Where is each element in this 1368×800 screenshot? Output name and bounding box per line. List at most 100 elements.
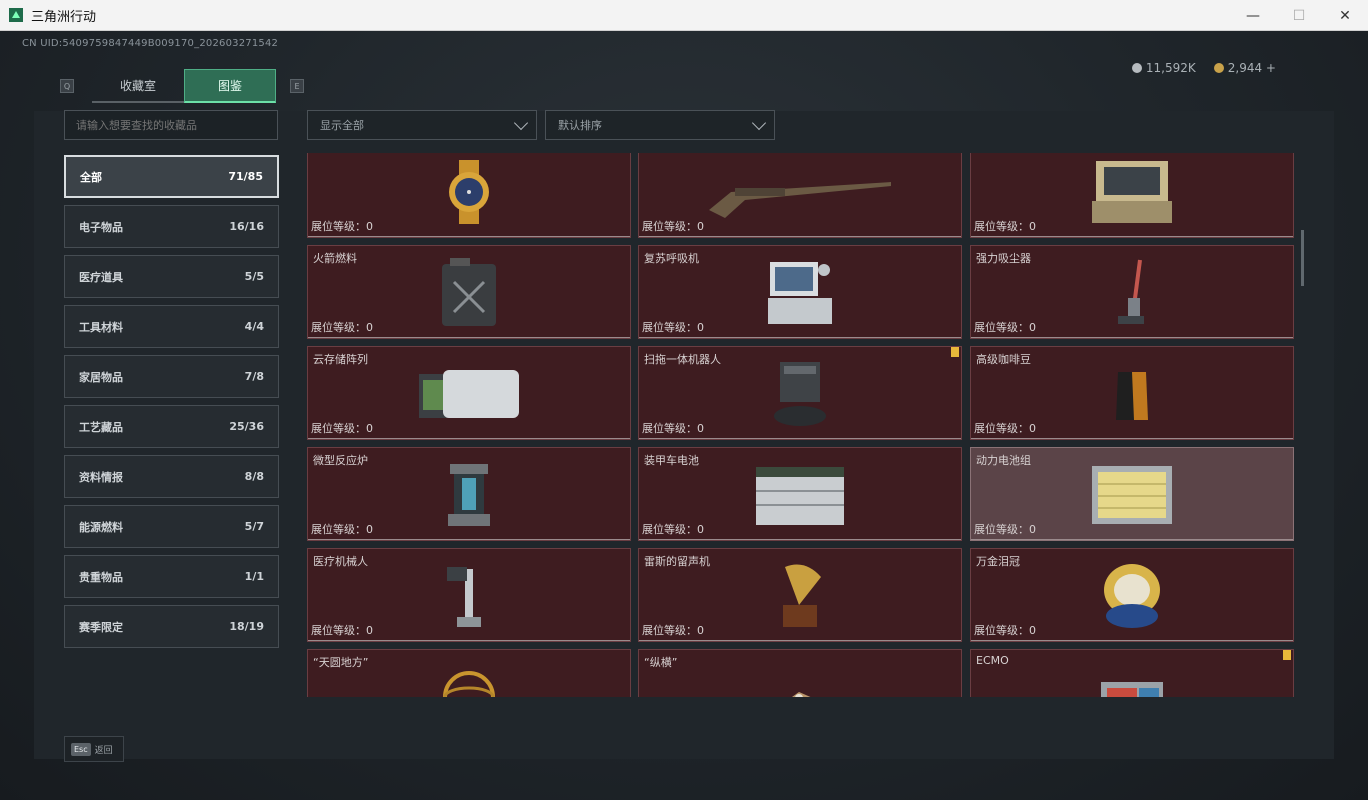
item-card[interactable]: 强力吸尘器 展位等级：0 [970, 245, 1294, 339]
item-name: 高级咖啡豆 [976, 353, 1031, 366]
currency-bar: 11,592K 2,944 + [1131, 61, 1276, 75]
item-card[interactable]: 雷斯的留声机 展位等级：0 [638, 548, 962, 642]
item-grid: 展位等级：0 展位等级：0 展位等级：0 火箭燃料 展位等级：0 复苏呼吸机 展… [307, 153, 1294, 697]
booth-level: 展位等级：0 [642, 523, 704, 536]
item-card[interactable]: 复苏呼吸机 展位等级：0 [638, 245, 962, 339]
category-tools[interactable]: 工具材料 4/4 [64, 305, 279, 348]
category-label: 医疗道具 [79, 270, 123, 284]
top-tabs: Q 收藏室 图鉴 E [60, 69, 304, 103]
category-count: 16/16 [229, 220, 264, 233]
storage-array-icon [414, 359, 524, 429]
item-card[interactable]: 云存储阵列 展位等级：0 [307, 346, 631, 440]
category-household[interactable]: 家居物品 7/8 [64, 355, 279, 398]
item-name: 强力吸尘器 [976, 252, 1031, 265]
musket-icon [700, 157, 900, 227]
reactor-icon [424, 460, 514, 530]
category-label: 电子物品 [79, 220, 123, 234]
booth-level: 展位等级：0 [974, 422, 1036, 435]
booth-level: 展位等级：0 [974, 220, 1036, 233]
item-name: 万金泪冠 [976, 555, 1020, 568]
item-card[interactable]: “纵横” [638, 649, 962, 697]
silver-coin-icon [1131, 63, 1142, 73]
item-card[interactable]: 万金泪冠 展位等级：0 [970, 548, 1294, 642]
back-label: 返回 [94, 745, 113, 756]
armillary-sphere-icon [424, 662, 514, 697]
minimize-button[interactable]: — [1230, 0, 1276, 31]
item-card[interactable]: 高级咖啡豆 展位等级：0 [970, 346, 1294, 440]
category-label: 工艺藏品 [79, 420, 123, 434]
item-card[interactable]: 扫拖一体机器人 展位等级：0 [638, 346, 962, 440]
item-name: ECMO [976, 654, 1009, 667]
jeweled-egg-icon [1087, 561, 1177, 631]
window-title-bar: 三角洲行动 — ☐ ✕ [0, 0, 1368, 31]
item-card[interactable]: 展位等级：0 [970, 153, 1294, 238]
currency-silver: 11,592K [1131, 61, 1196, 75]
battery-pack-icon [1087, 460, 1177, 530]
user-uid: CN UID:5409759847449B009170_202603271542 [22, 38, 279, 49]
item-card[interactable]: 展位等级：0 [638, 153, 962, 238]
window-title: 三角洲行动 [31, 9, 97, 25]
category-crafts[interactable]: 工艺藏品 25/36 [64, 405, 279, 448]
booth-level: 展位等级：0 [974, 624, 1036, 637]
category-valuables[interactable]: 贵重物品 1/1 [64, 555, 279, 598]
category-label: 赛季限定 [79, 620, 123, 634]
currency-gold-value: 2,944 + [1227, 61, 1276, 75]
app-logo-icon [9, 8, 23, 22]
item-name: 装甲车电池 [644, 454, 699, 467]
booth-level: 展位等级：0 [974, 523, 1036, 536]
category-medical[interactable]: 医疗道具 5/5 [64, 255, 279, 298]
key-hint-q: Q [60, 79, 74, 93]
fuel-canister-icon [424, 258, 514, 328]
booth-level: 展位等级：0 [311, 624, 373, 637]
category-label: 工具材料 [79, 320, 123, 334]
vacuum-cleaner-icon [1087, 258, 1177, 328]
item-card[interactable]: “天圆地方” [307, 649, 631, 697]
item-card[interactable]: 医疗机械人 展位等级：0 [307, 548, 631, 642]
item-name: 雷斯的留声机 [644, 555, 710, 568]
category-count: 25/36 [229, 420, 264, 433]
key-hint-e: E [290, 79, 304, 93]
tab-catalog[interactable]: 图鉴 [184, 69, 276, 103]
close-button[interactable]: ✕ [1322, 0, 1368, 31]
medical-robot-icon [424, 561, 514, 631]
item-name: 火箭燃料 [313, 252, 357, 265]
display-filter-dropdown[interactable]: 显示全部 [307, 110, 537, 140]
chevron-down-icon [751, 115, 767, 131]
currency-gold[interactable]: 2,944 + [1213, 61, 1276, 75]
booth-level: 展位等级：0 [311, 523, 373, 536]
category-season[interactable]: 赛季限定 18/19 [64, 605, 279, 648]
booth-level: 展位等级：0 [642, 624, 704, 637]
item-card[interactable]: 火箭燃料 展位等级：0 [307, 245, 631, 339]
category-electronics[interactable]: 电子物品 16/16 [64, 205, 279, 248]
category-energy[interactable]: 能源燃料 5/7 [64, 505, 279, 548]
category-count: 7/8 [244, 370, 264, 383]
item-card[interactable]: 微型反应炉 展位等级：0 [307, 447, 631, 541]
coffee-bag-icon [1087, 359, 1177, 429]
back-button[interactable]: Esc 返回 [64, 736, 124, 762]
robot-vacuum-icon [755, 359, 845, 429]
sort-dropdown[interactable]: 默认排序 [545, 110, 775, 140]
item-card[interactable]: 动力电池组 展位等级：0 [970, 447, 1294, 541]
item-name: 医疗机械人 [313, 555, 368, 568]
field-terminal-icon [1087, 157, 1177, 227]
item-name: 动力电池组 [976, 454, 1031, 467]
item-card[interactable]: 装甲车电池 展位等级：0 [638, 447, 962, 541]
booth-level: 展位等级：0 [311, 321, 373, 334]
category-intel[interactable]: 资料情报 8/8 [64, 455, 279, 498]
gold-coin-icon [1213, 63, 1224, 73]
category-count: 1/1 [244, 570, 264, 583]
category-label: 资料情报 [79, 470, 123, 484]
category-all[interactable]: 全部 71/85 [64, 155, 279, 198]
maximize-button[interactable]: ☐ [1276, 0, 1322, 31]
booth-level: 展位等级：0 [642, 321, 704, 334]
search-input[interactable] [64, 110, 278, 140]
category-label: 全部 [80, 170, 102, 184]
grid-scrollbar[interactable] [1301, 230, 1304, 286]
currency-silver-value: 11,592K [1145, 61, 1196, 75]
gramophone-icon [755, 561, 845, 631]
display-filter-label: 显示全部 [320, 119, 364, 132]
tab-collection-room[interactable]: 收藏室 [92, 69, 184, 103]
item-card[interactable]: ECMO [970, 649, 1294, 697]
booth-level: 展位等级：0 [974, 321, 1036, 334]
item-card[interactable]: 展位等级：0 [307, 153, 631, 238]
